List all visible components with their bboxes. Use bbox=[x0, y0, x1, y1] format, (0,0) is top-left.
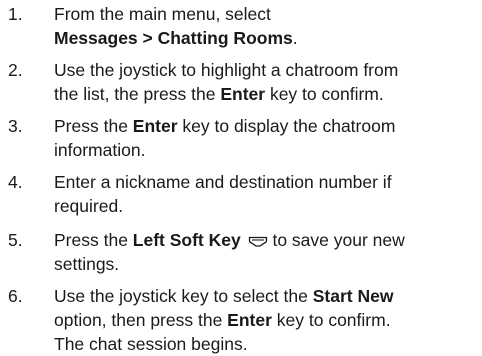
step-text: Use the joystick key to select the Start… bbox=[54, 284, 478, 356]
text-run: to save your new bbox=[267, 230, 405, 250]
step-line: Enter a nickname and destination number … bbox=[54, 170, 478, 194]
text-run: Use the joystick to highlight a chatroom… bbox=[54, 60, 399, 80]
step-line: information. bbox=[54, 138, 478, 162]
text-run: option, then press the bbox=[54, 310, 228, 330]
text-run: required. bbox=[54, 196, 124, 216]
step-text: Use the joystick to highlight a chatroom… bbox=[54, 58, 478, 106]
text-run: Press the bbox=[54, 230, 133, 250]
text-run: . bbox=[292, 28, 298, 48]
bold-term: Start New bbox=[312, 286, 394, 306]
step-line: Press the Left Soft Key to save your new bbox=[54, 228, 478, 252]
text-run: key to confirm. bbox=[265, 84, 384, 104]
bold-term: Left Soft Key bbox=[132, 230, 241, 250]
step-line: Messages > Chatting Rooms. bbox=[54, 26, 478, 50]
text-run: From the main menu, select bbox=[54, 4, 271, 24]
step-text: Press the Left Soft Key to save your new… bbox=[54, 228, 478, 276]
bold-term: Enter bbox=[227, 310, 272, 330]
text-run: settings. bbox=[54, 254, 120, 274]
bold-term: Messages > Chatting Rooms bbox=[54, 28, 293, 48]
step-number: 4. bbox=[8, 172, 23, 192]
text-run: Press the bbox=[54, 116, 133, 136]
step-line: The chat session begins. bbox=[54, 332, 478, 356]
step-line: Use the joystick key to select the Start… bbox=[54, 284, 478, 308]
left-soft-key-icon bbox=[248, 236, 267, 247]
text-run: Use the joystick key to select the bbox=[54, 286, 313, 306]
step-number: 5. bbox=[8, 230, 23, 250]
step-number: 3. bbox=[8, 116, 23, 136]
step-line: Press the Enter key to display the chatr… bbox=[54, 114, 478, 138]
step-line: From the main menu, select bbox=[54, 2, 478, 26]
text-run: Enter a nickname and destination number … bbox=[54, 172, 392, 192]
step-line: Use the joystick to highlight a chatroom… bbox=[54, 58, 478, 82]
step-text: Enter a nickname and destination number … bbox=[54, 170, 478, 218]
step-number: 2. bbox=[8, 60, 23, 80]
step-line: settings. bbox=[54, 252, 478, 276]
step-line: required. bbox=[54, 194, 478, 218]
step-text: Press the Enter key to display the chatr… bbox=[54, 114, 478, 162]
step-number: 6. bbox=[8, 286, 23, 306]
bold-term: Enter bbox=[220, 84, 266, 104]
text-run: key to display the chatroom bbox=[177, 116, 396, 136]
step-line: the list, the press the Enter key to con… bbox=[54, 82, 478, 106]
step-number: 1. bbox=[8, 4, 23, 24]
step-line: option, then press the Enter key to conf… bbox=[54, 308, 478, 332]
step-text: From the main menu, select Messages > Cha… bbox=[54, 2, 478, 50]
text-run: the list, the press the bbox=[54, 84, 221, 104]
text-run: The chat session begins. bbox=[54, 334, 248, 354]
instruction-list: 1. From the main menu, select Messages > … bbox=[0, 0, 482, 356]
text-run: key to confirm. bbox=[271, 310, 391, 330]
text-run bbox=[241, 230, 246, 250]
text-run: information. bbox=[54, 140, 146, 160]
bold-term: Enter bbox=[132, 116, 178, 136]
